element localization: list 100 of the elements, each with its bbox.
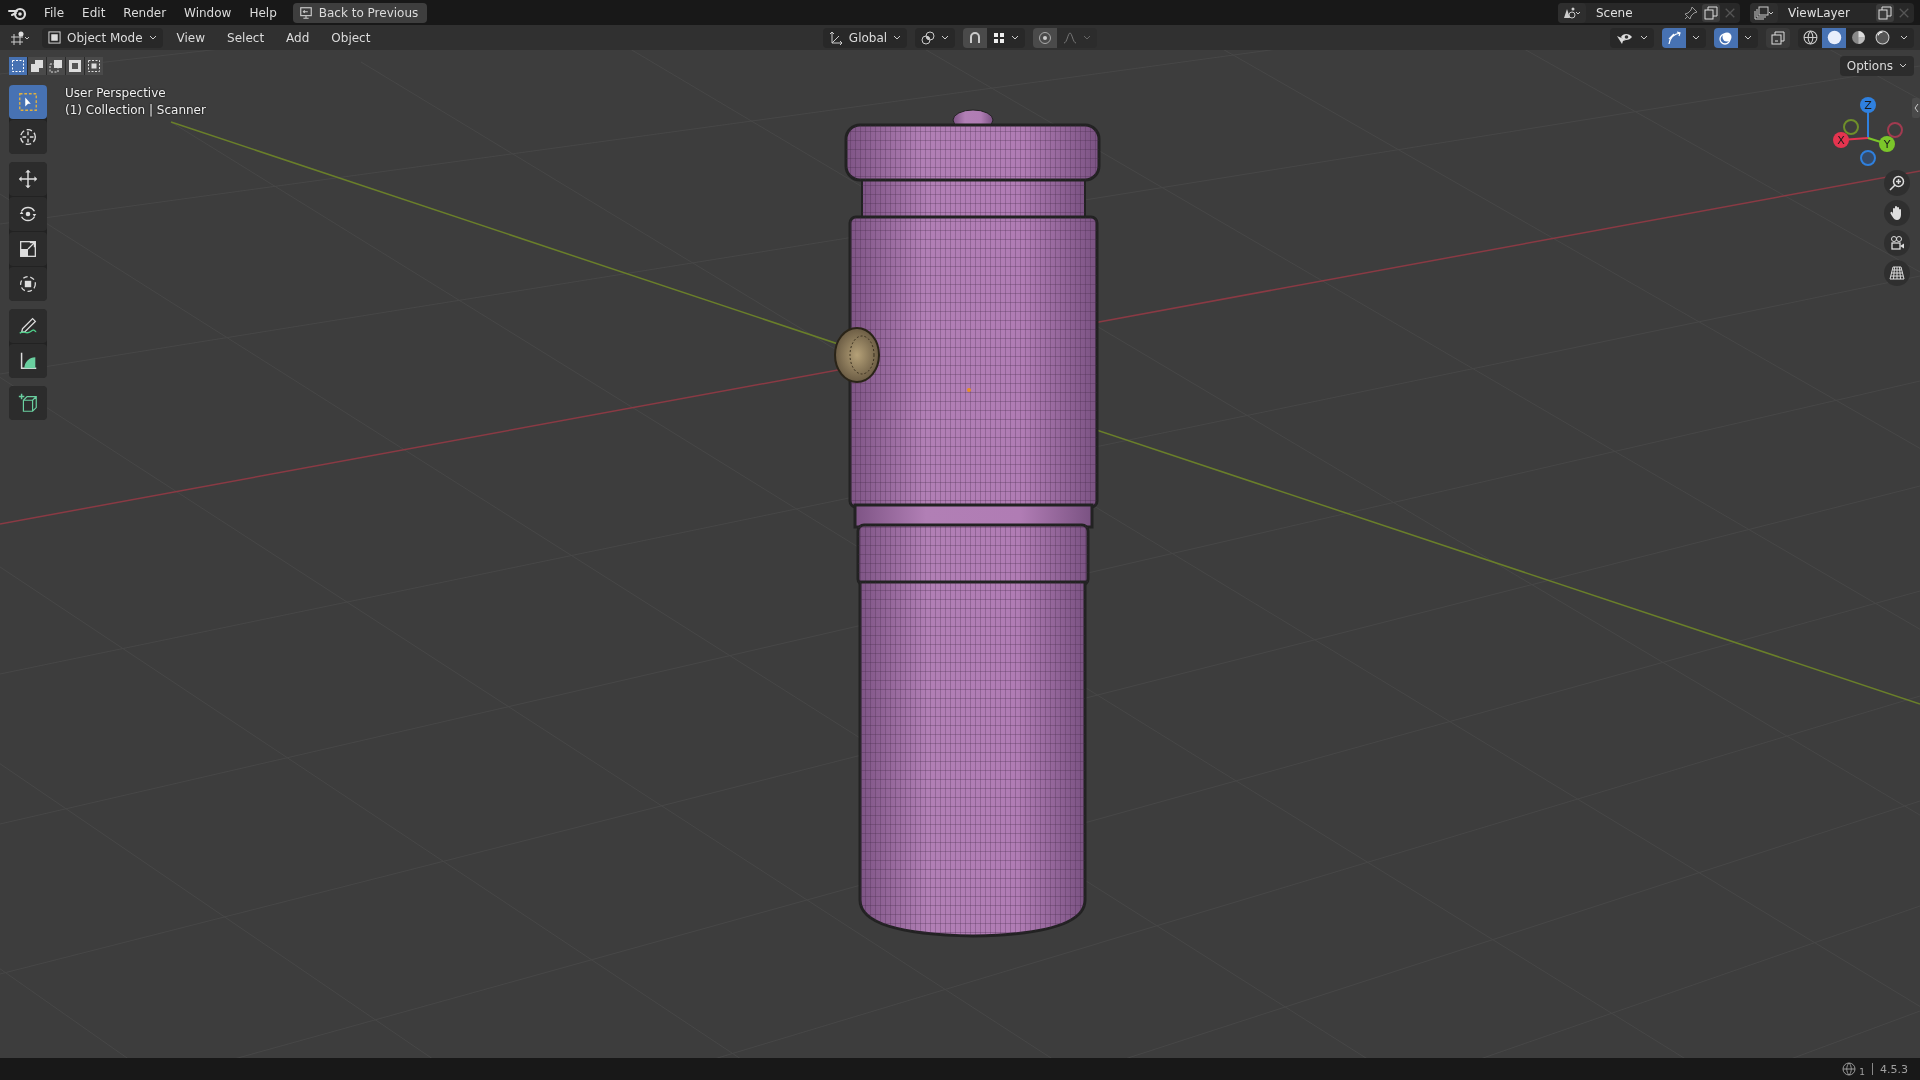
caret-icon — [1692, 34, 1700, 41]
options-dropdown[interactable]: Options — [1839, 56, 1914, 76]
scale-tool-button[interactable] — [9, 232, 47, 266]
shading-mode-button[interactable] — [1798, 27, 1822, 48]
projection-button[interactable] — [1884, 260, 1910, 286]
annotate-tool-button[interactable] — [9, 309, 47, 343]
scene-selector-button[interactable] — [1558, 2, 1586, 23]
pin-icon[interactable] — [1684, 5, 1698, 20]
caret-icon — [941, 34, 950, 41]
target-icon — [1038, 30, 1053, 45]
select-extend-icon — [30, 59, 44, 73]
zoom-button[interactable] — [1884, 170, 1910, 196]
axis-label: X — [1837, 134, 1845, 147]
camera-view-button[interactable] — [1884, 230, 1910, 256]
selection-mode-button[interactable] — [9, 57, 27, 75]
snap-toggle[interactable] — [963, 27, 988, 48]
axis-dot[interactable] — [1833, 132, 1849, 148]
sidebar-toggle-icon[interactable] — [1912, 98, 1920, 118]
select-intersect-icon — [87, 59, 101, 73]
axes-icon — [828, 30, 843, 45]
rotate-tool-button[interactable] — [9, 197, 47, 231]
rendered-shading-icon — [1874, 30, 1890, 45]
menu-item[interactable]: Object — [323, 27, 379, 48]
selection-mode-button[interactable] — [47, 57, 65, 75]
caret-icon — [1899, 63, 1907, 69]
pivot-point-dropdown[interactable] — [915, 27, 956, 48]
snap-target-dropdown[interactable] — [987, 27, 1026, 48]
menu-item[interactable]: Add — [278, 27, 318, 48]
gizmo-icon — [1667, 30, 1681, 45]
wireframe-shading-icon — [1802, 30, 1818, 45]
measure-tool-button[interactable] — [9, 344, 47, 378]
proportional-editing-toggle[interactable] — [1033, 27, 1058, 48]
axis-label: Y — [1883, 138, 1891, 151]
axis-circle[interactable] — [1843, 119, 1859, 135]
select-invert-icon — [68, 59, 82, 73]
view-layer-selector-button[interactable] — [1750, 2, 1778, 23]
select-icon — [17, 91, 39, 113]
select-new-icon — [11, 59, 25, 73]
menu-item[interactable]: Select — [219, 27, 273, 48]
camera-icon — [1889, 235, 1905, 251]
axis-label: Z — [1864, 99, 1872, 112]
move-tool-button[interactable] — [9, 162, 47, 196]
selection-mode-button[interactable] — [66, 57, 84, 75]
zoom-icon — [1889, 175, 1905, 191]
viewport-icon — [10, 30, 32, 45]
globe-icon — [1842, 1062, 1857, 1076]
menu-item[interactable]: Window — [176, 2, 240, 23]
transform-orientation-dropdown[interactable]: Global — [822, 27, 908, 48]
overlays-toggle[interactable] — [1714, 27, 1738, 48]
pan-button[interactable] — [1884, 200, 1910, 226]
menu-item[interactable]: File — [36, 2, 73, 23]
visibility-dropdown[interactable] — [1610, 27, 1654, 48]
add-cube-icon — [17, 392, 39, 414]
version-label: 4.5.3 — [1880, 1062, 1908, 1076]
magnet-icon — [968, 30, 983, 45]
material-shading-icon — [1850, 30, 1866, 45]
back-to-previous-button[interactable]: Back to Previous — [292, 2, 428, 23]
copy-icon[interactable] — [1876, 3, 1894, 22]
scene-icon — [1562, 5, 1582, 20]
caret-icon — [1083, 34, 1092, 41]
mode-dropdown[interactable]: Object Mode — [42, 27, 163, 48]
copy-icon[interactable] — [1702, 3, 1720, 22]
grid-icon — [1889, 265, 1905, 281]
caret-icon — [1900, 34, 1908, 41]
caret-icon — [1011, 34, 1020, 41]
caret-icon — [893, 34, 902, 41]
shading-mode-button[interactable] — [1822, 27, 1846, 48]
selection-mode-button[interactable] — [85, 57, 103, 75]
x-ray-icon — [1771, 30, 1785, 45]
object-info-label: (1) Collection | Scanner — [65, 103, 206, 117]
axis-circle[interactable] — [1887, 122, 1903, 138]
cursor-tool-button[interactable] — [9, 120, 47, 154]
menu-item[interactable]: Help — [241, 2, 285, 23]
axis-dot[interactable] — [1879, 136, 1895, 152]
move-icon — [17, 168, 39, 190]
gizmo-toggle[interactable] — [1662, 27, 1686, 48]
menu-item[interactable]: View — [168, 27, 214, 48]
axis-circle[interactable] — [1860, 150, 1876, 166]
caret-icon — [1744, 34, 1752, 41]
transform-icon — [17, 273, 39, 295]
squares-icon — [993, 31, 1006, 44]
scale-icon — [17, 238, 39, 260]
shading-mode-button[interactable] — [1846, 27, 1870, 48]
menu-item[interactable]: Edit — [74, 2, 114, 23]
add-cube-tool-button[interactable] — [9, 386, 47, 420]
select-subtract-icon — [49, 59, 63, 73]
scene-count-label: 1 — [1859, 1067, 1865, 1077]
menu-item[interactable]: Render — [115, 2, 175, 23]
caret-icon — [148, 34, 157, 41]
x-ray-toggle[interactable] — [1766, 27, 1790, 48]
view-name-label: User Perspective — [65, 86, 167, 100]
axis-dot[interactable] — [1860, 97, 1876, 113]
annotate-icon — [17, 315, 39, 337]
solid-shading-icon — [1826, 30, 1842, 45]
cursor-icon — [17, 126, 39, 148]
overlays-icon — [1719, 30, 1733, 45]
transform-tool-button[interactable] — [9, 267, 47, 301]
selection-mode-button[interactable] — [28, 57, 46, 75]
curve-icon — [1063, 31, 1078, 44]
layers-icon — [1754, 5, 1774, 20]
